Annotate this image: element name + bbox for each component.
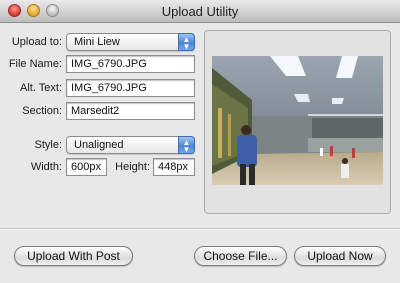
window-title: Upload Utility [161, 4, 239, 19]
updown-arrows-icon: ▲ ▼ [178, 33, 195, 51]
width-label: Width: [30, 161, 62, 173]
choose-file-button[interactable]: Choose File... [194, 246, 287, 266]
image-preview [212, 56, 383, 185]
style-popup[interactable]: Unaligned ▲ ▼ [66, 136, 195, 154]
photo-mall-interior [212, 56, 383, 185]
upload-now-button[interactable]: Upload Now [294, 246, 386, 266]
upload-to-popup[interactable]: Mini Liew ▲ ▼ [66, 33, 195, 51]
divider [0, 228, 400, 230]
file-name-label: File Name: [8, 58, 62, 70]
upload-with-post-button[interactable]: Upload With Post [14, 246, 133, 266]
height-field[interactable]: 448px [153, 158, 195, 176]
file-name-field[interactable]: IMG_6790.JPG [66, 55, 195, 73]
upload-to-label: Upload to: [11, 36, 62, 48]
section-field[interactable]: Marsedit2 [66, 102, 195, 120]
upload-to-value: Mini Liew [74, 36, 120, 48]
upload-utility-window: Upload Utility Upload to: Mini Liew ▲ ▼ F… [0, 0, 400, 283]
style-value: Unaligned [74, 139, 124, 151]
title-bar[interactable]: Upload Utility [0, 0, 400, 23]
width-field[interactable]: 600px [66, 158, 107, 176]
style-label: Style: [34, 139, 62, 151]
updown-arrows-icon: ▲ ▼ [178, 136, 195, 154]
section-label: Section: [22, 105, 62, 117]
alt-text-label: Alt. Text: [20, 82, 62, 94]
image-preview-well[interactable] [204, 30, 391, 214]
height-label: Height: [115, 161, 150, 173]
alt-text-field[interactable]: IMG_6790.JPG [66, 79, 195, 97]
